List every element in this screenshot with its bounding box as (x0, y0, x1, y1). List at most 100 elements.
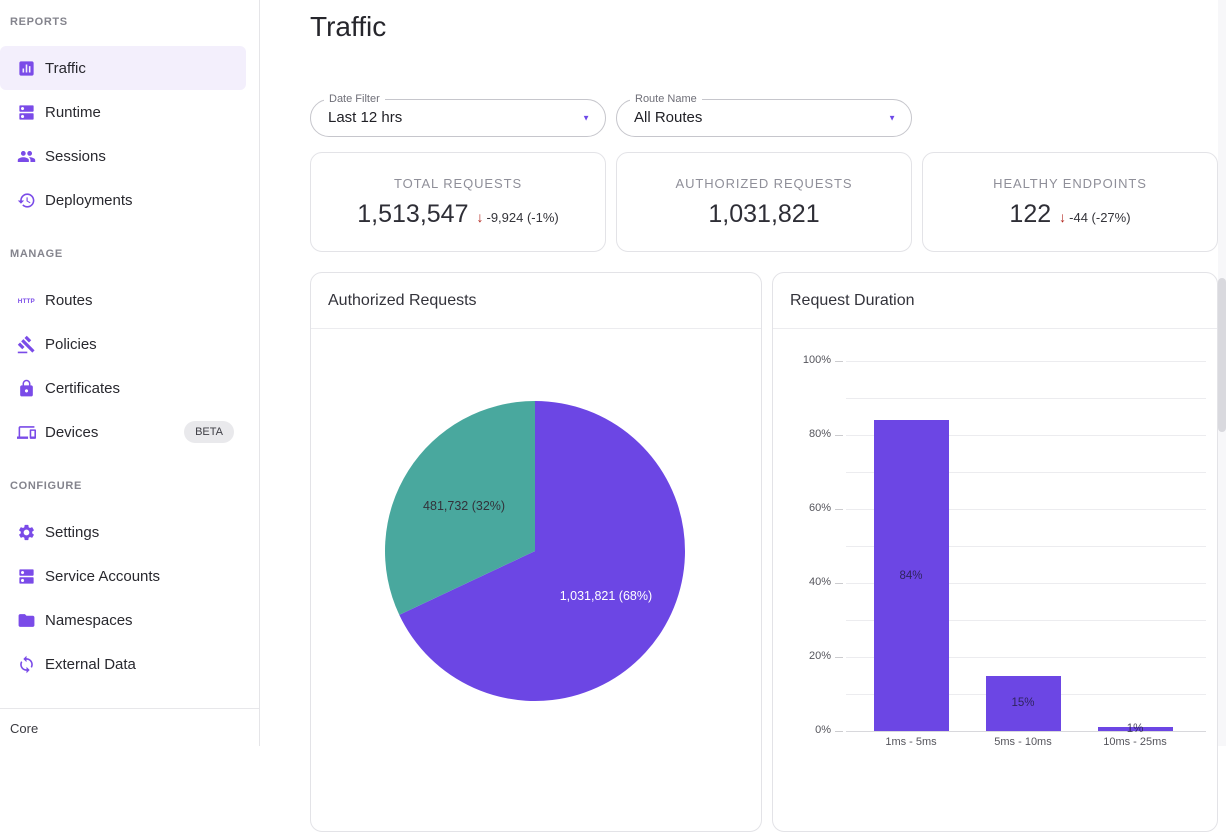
deployments-history-icon (16, 190, 36, 210)
sidebar-item-label: Sessions (45, 148, 106, 165)
svg-text:HTTP: HTTP (17, 297, 34, 304)
devices-icon (16, 422, 36, 442)
sidebar-item-devices[interactable]: Devices BETA (0, 410, 246, 454)
section-label-manage: MANAGE (10, 248, 259, 260)
bar-value-label: 15% (1011, 697, 1034, 709)
runtime-dns-icon (16, 102, 36, 122)
bar-value-label: 84% (899, 570, 922, 582)
x-axis-label: 10ms - 25ms (1103, 736, 1167, 748)
sidebar-section-reports: REPORTS Traffic Runtime Sessions Deploym… (0, 16, 259, 222)
chevron-down-icon: ▼ (582, 114, 590, 123)
sidebar-item-label: Settings (45, 524, 99, 541)
route-name-label: Route Name (630, 93, 702, 105)
sidebar-item-external-data[interactable]: External Data (0, 642, 246, 686)
section-label-configure: CONFIGURE (10, 480, 259, 492)
sidebar-item-namespaces[interactable]: Namespaces (0, 598, 246, 642)
stat-value: 1,513,547 (357, 200, 468, 229)
external-data-sync-icon (16, 654, 36, 674)
gridline (846, 361, 1206, 362)
stat-label: TOTAL REQUESTS (394, 176, 522, 191)
stat-delta: ↓ -9,924 (-1%) (476, 209, 558, 225)
routes-http-icon: HTTP (16, 290, 36, 310)
policies-gavel-icon (16, 334, 36, 354)
y-axis-label: 0% (791, 724, 831, 736)
stat-card-healthy-endpoints: HEALTHY ENDPOINTS 122 ↓ -44 (-27%) (922, 152, 1218, 252)
sidebar-item-certificates[interactable]: Certificates (0, 366, 246, 410)
sidebar-item-deployments[interactable]: Deployments (0, 178, 246, 222)
sidebar-item-sessions[interactable]: Sessions (0, 134, 246, 178)
route-name-select[interactable]: Route Name All Routes ▼ (616, 99, 912, 137)
stat-delta-text: -44 (-27%) (1069, 210, 1130, 225)
sidebar-item-label: External Data (45, 656, 136, 673)
sidebar-item-label: Service Accounts (45, 568, 160, 585)
sidebar-item-label: Traffic (45, 60, 86, 77)
x-axis-label: 1ms - 5ms (885, 736, 936, 748)
sidebar-item-policies[interactable]: Policies (0, 322, 246, 366)
namespaces-folder-icon (16, 610, 36, 630)
gridline (846, 398, 1206, 399)
stats-row: TOTAL REQUESTS 1,513,547 ↓ -9,924 (-1%) … (310, 152, 1218, 252)
sidebar-footer-core[interactable]: Core (0, 708, 259, 746)
route-name-value: All Routes (617, 100, 911, 136)
sidebar-item-service-accounts[interactable]: Service Accounts (0, 554, 246, 598)
bar-chart-body: 0%20%40%60%80%100%84%1ms - 5ms15%5ms - 1… (773, 329, 1217, 832)
y-axis-label: 100% (791, 354, 831, 366)
bar-value-label: 1% (1127, 723, 1144, 735)
sidebar-item-label: Certificates (45, 380, 120, 397)
sidebar-item-runtime[interactable]: Runtime (0, 90, 246, 134)
y-axis-label: 40% (791, 576, 831, 588)
bar-chart-title: Request Duration (773, 273, 1217, 329)
stat-delta-text: -9,924 (-1%) (486, 210, 558, 225)
y-axis-label: 80% (791, 428, 831, 440)
y-axis-tick (835, 731, 843, 732)
filters-row: Date Filter Last 12 hrs ▼ Route Name All… (310, 99, 1218, 137)
pie-chart-title: Authorized Requests (311, 273, 761, 329)
service-accounts-dns-icon (16, 566, 36, 586)
section-label-reports: REPORTS (10, 16, 259, 28)
y-axis-tick (835, 657, 843, 658)
y-axis-label: 20% (791, 650, 831, 662)
sidebar-section-configure: CONFIGURE Settings Service Accounts Name… (0, 454, 259, 686)
sidebar-item-label: Devices (45, 424, 98, 441)
sidebar-item-settings[interactable]: Settings (0, 510, 246, 554)
pie-slice-label-other: 481,732 (32%) (423, 499, 505, 513)
sidebar: REPORTS Traffic Runtime Sessions Deploym… (0, 0, 260, 746)
chevron-down-icon: ▼ (888, 114, 896, 123)
y-axis-tick (835, 583, 843, 584)
authorized-requests-pie-card: Authorized Requests 1,031,821 (68%) 481,7… (310, 272, 762, 832)
page-scrollbar[interactable] (1218, 0, 1226, 746)
sidebar-item-label: Namespaces (45, 612, 133, 629)
sidebar-item-label: Deployments (45, 192, 133, 209)
stat-card-total-requests: TOTAL REQUESTS 1,513,547 ↓ -9,924 (-1%) (310, 152, 606, 252)
date-filter-value: Last 12 hrs (311, 100, 605, 136)
charts-row: Authorized Requests 1,031,821 (68%) 481,7… (310, 272, 1218, 832)
stat-value: 1,031,821 (708, 200, 819, 229)
pie-chart (311, 329, 762, 832)
main-content: Traffic Date Filter Last 12 hrs ▼ Route … (260, 0, 1226, 746)
date-filter-select[interactable]: Date Filter Last 12 hrs ▼ (310, 99, 606, 137)
scrollbar-thumb[interactable] (1218, 278, 1226, 432)
sidebar-item-traffic[interactable]: Traffic (0, 46, 246, 90)
sidebar-item-label: Runtime (45, 104, 101, 121)
stat-value: 122 (1009, 200, 1051, 229)
sessions-people-icon (16, 146, 36, 166)
sidebar-item-routes[interactable]: HTTP Routes (0, 278, 246, 322)
y-axis-label: 60% (791, 502, 831, 514)
page-title: Traffic (310, 10, 1218, 44)
y-axis-tick (835, 435, 843, 436)
request-duration-bar-card: Request Duration 0% 20% 40% 60% 80% 100% 84% 1m… (772, 272, 1218, 832)
arrow-down-icon: ↓ (1059, 209, 1066, 225)
sidebar-item-label: Routes (45, 292, 93, 309)
pie-slice-label-authorized: 1,031,821 (68%) (560, 589, 652, 603)
traffic-chart-icon (16, 58, 36, 78)
y-axis-tick (835, 361, 843, 362)
pie-chart-body: 1,031,821 (68%) 481,732 (32%) (311, 329, 761, 832)
sidebar-item-label: Policies (45, 336, 97, 353)
stat-card-authorized-requests: AUTHORIZED REQUESTS 1,031,821 (616, 152, 912, 252)
beta-badge: BETA (184, 421, 234, 443)
sidebar-section-manage: MANAGE HTTP Routes Policies Certificates… (0, 222, 259, 454)
settings-gear-icon (16, 522, 36, 542)
stat-delta: ↓ -44 (-27%) (1059, 209, 1130, 225)
gridline (846, 731, 1206, 732)
certificates-lock-icon (16, 378, 36, 398)
